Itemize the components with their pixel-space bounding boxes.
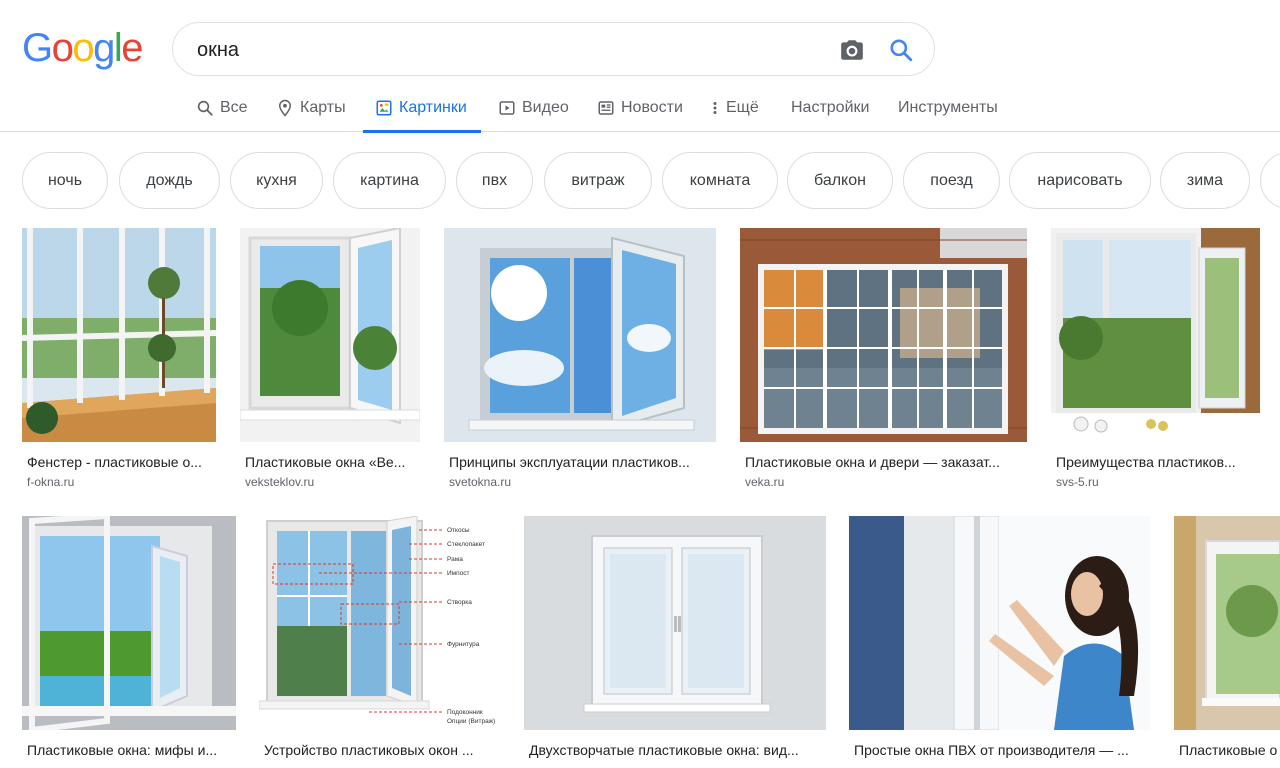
tab-label: Видео: [522, 99, 569, 116]
camera-icon[interactable]: [839, 37, 865, 63]
result-site: veksteklov.ru: [245, 475, 315, 489]
svg-text:Створка: Створка: [447, 599, 472, 606]
svg-text:Фурнитура: Фурнитура: [447, 641, 480, 648]
search-tabs: Все Карты Картинки Видео Новости Ещё Нас…: [0, 84, 1280, 133]
more-icon: [713, 102, 717, 114]
svg-text:Подоконник: Подоконник: [447, 709, 483, 716]
image-result[interactable]: Простые окна ПВХ от производителя — ...: [849, 516, 1151, 768]
tab-maps[interactable]: Карты: [276, 84, 346, 132]
tab-label: Все: [220, 99, 248, 116]
chip-label: пвх: [481, 171, 508, 189]
chip[interactable]: ночь: [22, 152, 108, 209]
result-title: Преимущества пластиков...: [1056, 454, 1236, 470]
search-icon: [197, 100, 213, 116]
chip-label: балкон: [814, 171, 866, 189]
result-thumbnail: [849, 516, 1150, 730]
result-thumbnail: Откосы Стеклопакет Рама Импост Створка Ф…: [259, 516, 500, 730]
image-result[interactable]: Пластиковые окна и двери — заказат... ve…: [740, 228, 1028, 498]
image-icon: [376, 100, 392, 116]
search-box: [172, 22, 935, 76]
chip[interactable]: балкон: [787, 152, 893, 209]
tab-label: Карты: [300, 99, 346, 116]
chip[interactable]: картина: [333, 152, 446, 209]
chip-label: нарисовать: [1037, 171, 1123, 189]
svg-text:Рама: Рама: [447, 556, 463, 563]
related-chips: ночь дождь кухня картина пвх витраж комн…: [22, 152, 1280, 209]
result-title: Простые окна ПВХ от производителя — ...: [854, 742, 1129, 758]
map-pin-icon: [278, 99, 292, 117]
result-thumbnail: [22, 516, 236, 730]
tab-tools[interactable]: Инструменты: [898, 84, 998, 132]
chip[interactable]: кухня: [230, 152, 323, 209]
tab-more[interactable]: Ещё: [710, 84, 759, 132]
image-result[interactable]: Пластиковые окна: мифы и...: [22, 516, 237, 768]
svg-text:Импост: Импост: [447, 570, 470, 577]
result-site: svetokna.ru: [449, 475, 512, 489]
result-title: Принципы эксплуатации пластиков...: [449, 454, 690, 470]
tab-settings[interactable]: Настройки: [791, 84, 869, 132]
chip[interactable]: поезд: [903, 152, 1000, 209]
result-title: Пластиковые окна: мифы и...: [27, 742, 218, 758]
tab-label: Новости: [621, 99, 683, 116]
image-result[interactable]: Принципы эксплуатации пластиков... sveto…: [444, 228, 717, 498]
tab-images[interactable]: Картинки: [363, 84, 481, 133]
result-site: veka.ru: [745, 475, 785, 489]
chip[interactable]: [1260, 152, 1280, 209]
chip-label: витраж: [571, 171, 625, 189]
result-title: Фенстер - пластиковые о...: [27, 454, 202, 470]
image-result[interactable]: Двухстворчатые пластиковые окна: вид...: [524, 516, 827, 768]
chip[interactable]: витраж: [544, 152, 652, 209]
tab-all[interactable]: Все: [196, 84, 248, 132]
result-site: f-okna.ru: [27, 475, 75, 489]
svg-text:Откосы: Откосы: [447, 527, 470, 534]
chip-label: картина: [360, 171, 419, 189]
tab-label: Инструменты: [898, 99, 998, 116]
chip-label: ночь: [47, 171, 83, 189]
chip[interactable]: пвх: [456, 152, 533, 209]
svg-text:Опции (Витраж): Опции (Витраж): [447, 718, 495, 725]
image-result[interactable]: Пластиковые о: [1174, 516, 1280, 768]
chip-label: зима: [1186, 171, 1224, 189]
result-thumbnail: [1174, 516, 1280, 730]
chip[interactable]: зима: [1160, 152, 1250, 209]
svg-text:Стеклопакет: Стеклопакет: [447, 541, 485, 548]
chip-label: комната: [689, 171, 751, 189]
chip-label: поезд: [930, 171, 973, 189]
result-title: Пластиковые о: [1179, 742, 1278, 758]
chip-label: дождь: [146, 171, 193, 189]
result-title: Двухстворчатые пластиковые окна: вид...: [529, 742, 799, 758]
tab-label: Настройки: [791, 99, 870, 116]
result-thumbnail: [524, 516, 826, 730]
result-title: Устройство пластиковых окон ...: [264, 742, 474, 758]
chip[interactable]: комната: [662, 152, 778, 209]
result-site: svs-5.ru: [1056, 475, 1099, 489]
news-icon: [598, 101, 614, 115]
image-result[interactable]: Фенстер - пластиковые о... f-okna.ru: [22, 228, 217, 498]
search-input[interactable]: [197, 35, 817, 65]
result-thumbnail: [444, 228, 716, 442]
tab-label: Картинки: [399, 99, 467, 116]
chip[interactable]: дождь: [119, 152, 220, 209]
result-thumbnail: [740, 228, 1027, 442]
google-logo[interactable]: Google: [22, 28, 143, 68]
tab-news[interactable]: Новости: [597, 84, 683, 132]
video-icon: [499, 101, 515, 115]
result-thumbnail: [22, 228, 216, 442]
image-result[interactable]: Пластиковые окна «Ве... veksteklov.ru: [240, 228, 422, 498]
result-thumbnail: [240, 228, 420, 442]
image-result[interactable]: Откосы Стеклопакет Рама Импост Створка Ф…: [259, 516, 501, 768]
chip[interactable]: нарисовать: [1009, 152, 1151, 209]
tab-video[interactable]: Видео: [498, 84, 569, 132]
result-title: Пластиковые окна и двери — заказат...: [745, 454, 1000, 470]
tab-label: Ещё: [726, 99, 759, 116]
result-thumbnail: [1051, 228, 1260, 442]
result-title: Пластиковые окна «Ве...: [245, 454, 406, 470]
image-result[interactable]: Преимущества пластиков... svs-5.ru: [1051, 228, 1260, 498]
search-icon[interactable]: [888, 37, 914, 63]
chip-label: кухня: [256, 171, 297, 189]
